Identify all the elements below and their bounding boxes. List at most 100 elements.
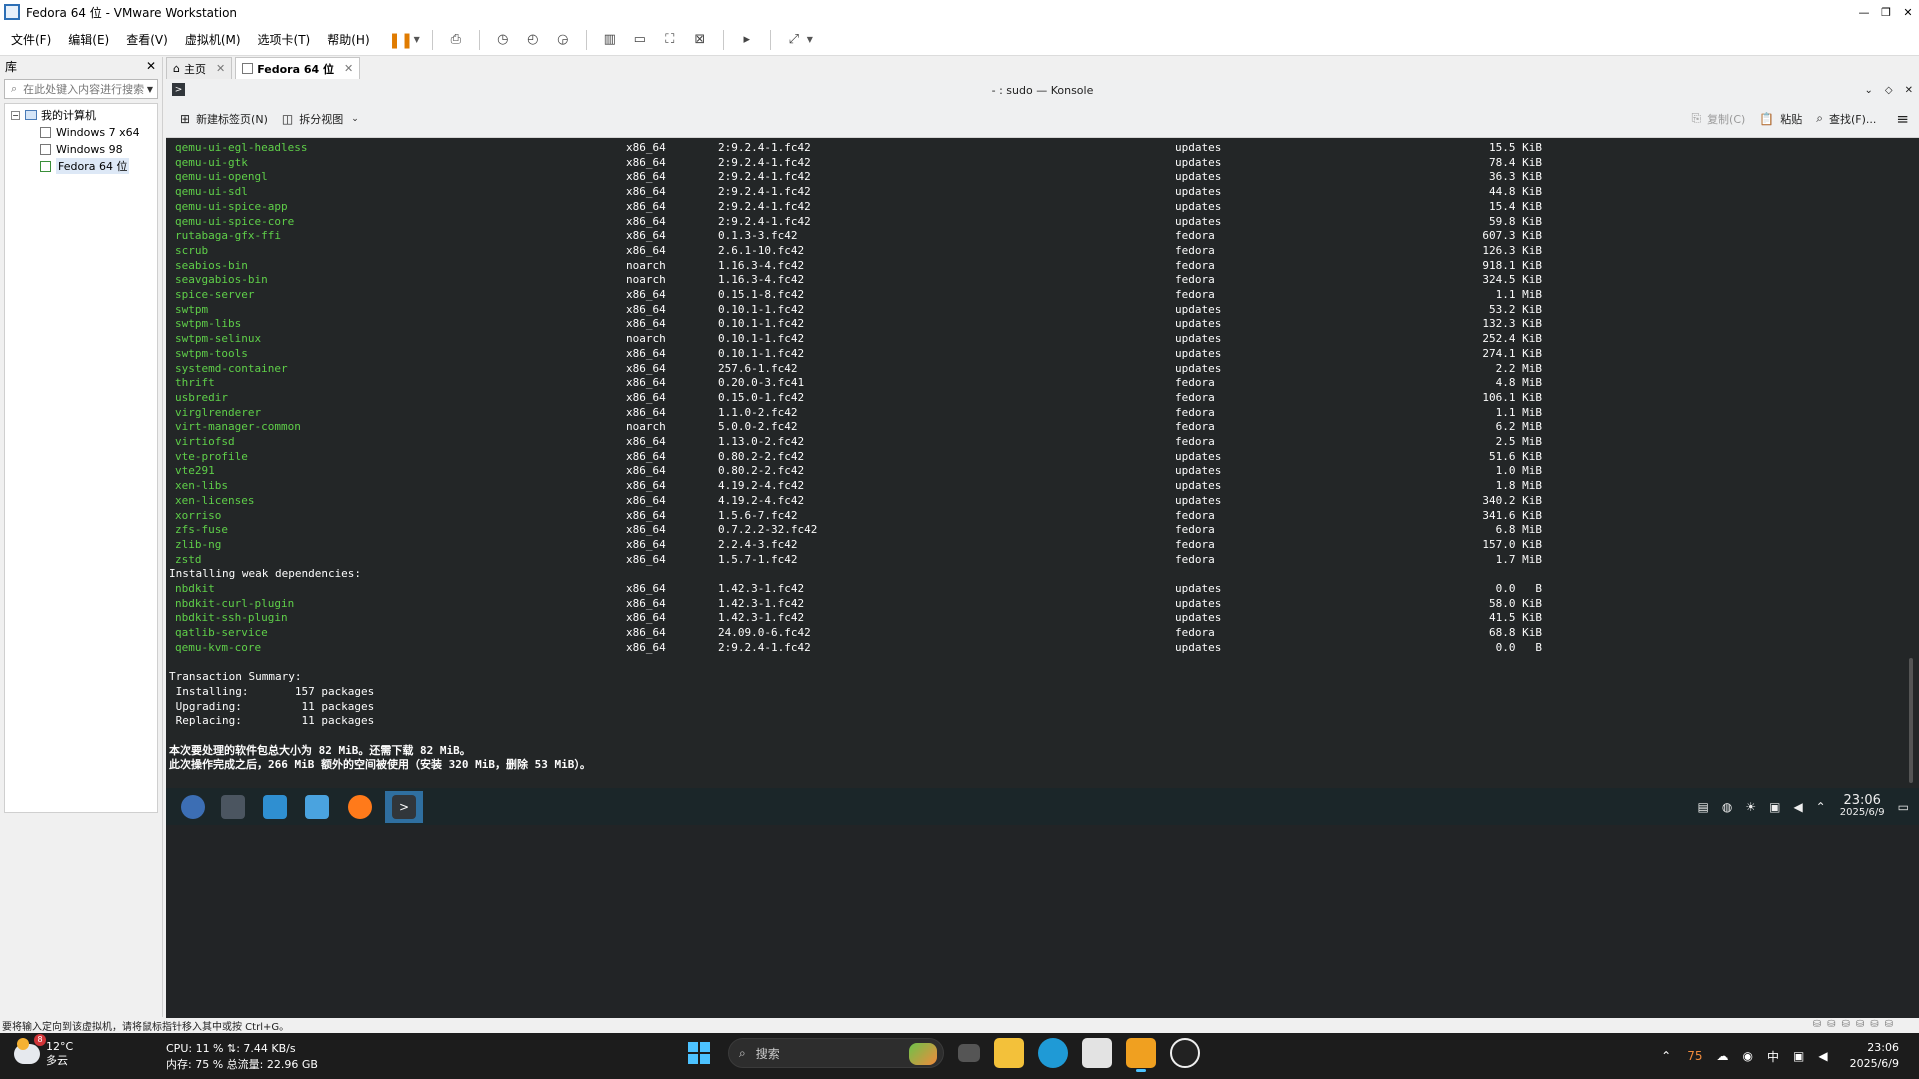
show-desktop-icon[interactable]: ▭: [1898, 800, 1909, 814]
chevron-up-icon[interactable]: ⌃: [1816, 800, 1826, 814]
brightness-icon[interactable]: ☀: [1745, 800, 1756, 814]
chevron-down-icon[interactable]: ▼: [414, 35, 420, 44]
menu-edit[interactable]: 编辑(E): [62, 31, 115, 48]
package-arch: x86_64: [626, 523, 666, 537]
ime-indicator[interactable]: 中: [1767, 1048, 1779, 1065]
chevron-up-icon[interactable]: ⌃: [1661, 1049, 1671, 1063]
tree-node-vm[interactable]: Windows 98: [5, 141, 157, 157]
package-arch: noarch: [626, 273, 666, 287]
tree-node-vm[interactable]: Fedora 64 位: [5, 158, 157, 174]
package-size: 1.7 MiB: [1495, 552, 1542, 566]
device-status-icons[interactable]: ⛁⛁⛁⛁⛁⛁: [1813, 1019, 1899, 1030]
hamburger-menu-icon[interactable]: ≡: [1896, 110, 1909, 128]
package-name: swtpm: [175, 302, 209, 316]
fullscreen-icon[interactable]: ⛶: [659, 29, 681, 51]
tray-counter[interactable]: 75: [1687, 1049, 1702, 1063]
menu-file[interactable]: 文件(F): [5, 31, 57, 48]
package-version: 2:9.2.4-1.fc42: [718, 199, 811, 213]
package-name: vte-profile: [175, 449, 248, 463]
find-button[interactable]: ⌕ 查找(F)...: [1816, 111, 1876, 127]
menu-help[interactable]: 帮助(H): [321, 31, 375, 48]
package-row: qemu-ui-spice-app x86_64 2:9.2.4-1.fc42 upd…: [166, 200, 1919, 215]
volume-icon[interactable]: ◀: [1818, 1049, 1827, 1063]
close-icon[interactable]: ✕: [344, 62, 353, 75]
firefox-icon[interactable]: [343, 791, 377, 823]
show-library-icon[interactable]: ▥: [599, 29, 621, 51]
weather-widget[interactable]: 8 12°C 多云: [14, 1034, 73, 1068]
discover-icon[interactable]: [258, 791, 292, 823]
chevron-down-icon[interactable]: ▼: [807, 35, 813, 44]
network-icon[interactable]: ◍: [1722, 800, 1732, 814]
library-search-input[interactable]: ⌕ 在此处键入内容进行搜索 ▼: [4, 79, 158, 99]
close-icon[interactable]: ✕: [216, 62, 225, 75]
file-explorer-icon[interactable]: [994, 1038, 1024, 1068]
tab-home[interactable]: ⌂ 主页 ✕: [166, 57, 233, 79]
package-name: spice-server: [175, 288, 255, 301]
collapse-icon[interactable]: −: [11, 110, 20, 120]
package-version: 1.42.3-1.fc42: [718, 596, 805, 610]
menu-tabs[interactable]: 选项卡(T): [252, 31, 317, 48]
summary-size-text: 本次要处理的软件包总大小为 82 MiB。还需下载 82 MiB。: [169, 743, 471, 757]
vm-display[interactable]: > - : sudo — Konsole ⌄ ◇ ✕ ⊞ 新建标签页(N) ◫ …: [166, 80, 1919, 1018]
taskbar-search[interactable]: ⌕ 搜索: [728, 1038, 944, 1068]
terminal-output[interactable]: qemu-ui-egl-headless x86_64 2:9.2.4-1.fc42…: [166, 138, 1919, 788]
store-icon[interactable]: [1082, 1038, 1112, 1068]
menu-vm[interactable]: 虚拟机(M): [179, 31, 247, 48]
tab-fedora[interactable]: Fedora 64 位 ✕: [235, 57, 361, 79]
split-view-button[interactable]: ◫ 拆分视图 ⌄: [282, 111, 359, 127]
close-icon[interactable]: ✕: [1905, 85, 1913, 96]
package-name: qemu-ui-gtk: [175, 155, 248, 169]
close-icon[interactable]: ✕: [1897, 0, 1919, 24]
package-arch: x86_64: [626, 435, 666, 448]
vmware-task-icon[interactable]: [1126, 1038, 1156, 1072]
unity-icon[interactable]: ⊠: [689, 29, 711, 51]
snapshot-icon[interactable]: ◷: [492, 29, 514, 51]
package-repo: fedora: [1175, 626, 1215, 640]
console-view-icon[interactable]: ▸: [736, 29, 758, 51]
clipboard-icon[interactable]: ▤: [1698, 800, 1709, 814]
edge-icon[interactable]: [1038, 1038, 1068, 1068]
copy-button[interactable]: ⎘ 复制(C): [1691, 111, 1745, 127]
revert-snapshot-icon[interactable]: ◴: [522, 29, 544, 51]
thumbnail-bar-icon[interactable]: ▭: [629, 29, 651, 51]
task-view-icon[interactable]: [958, 1044, 980, 1062]
package-version: 257.6-1.fc42: [718, 361, 798, 375]
chevron-down-icon[interactable]: ▼: [147, 85, 153, 94]
fedora-launcher-icon[interactable]: [176, 791, 210, 823]
system-settings-icon[interactable]: [216, 791, 250, 823]
paste-button[interactable]: 📋 粘贴: [1759, 111, 1802, 127]
new-tab-button[interactable]: ⊞ 新建标签页(N): [180, 111, 268, 127]
host-clock[interactable]: 23:06 2025/6/9: [1850, 1040, 1899, 1072]
konsole-icon: >: [172, 83, 185, 96]
qq-icon[interactable]: [1170, 1038, 1200, 1068]
onedrive-icon[interactable]: ☁: [1717, 1049, 1729, 1063]
pause-icon[interactable]: ❚❚: [388, 29, 413, 51]
menu-view[interactable]: 查看(V): [120, 31, 174, 48]
display-icon[interactable]: ▣: [1769, 800, 1780, 814]
new-tab-icon: ⊞: [180, 111, 191, 126]
stretch-guest-icon[interactable]: ⤢: [783, 29, 805, 51]
volume-icon[interactable]: ◀: [1793, 800, 1802, 814]
maximize-icon[interactable]: ◇: [1885, 85, 1893, 96]
package-row: nbdkit x86_64 1.42.3-1.fc42 updates 0.0 B: [166, 582, 1919, 597]
guest-clock[interactable]: 23:06 2025/6/9: [1840, 794, 1885, 819]
minimize-icon[interactable]: ⌄: [1865, 85, 1873, 96]
tab-strip: ⌂ 主页 ✕ Fedora 64 位 ✕: [166, 57, 1919, 79]
package-row: spice-server x86_64 0.15.1-8.fc42 fedora 1.1…: [166, 288, 1919, 303]
network-icon[interactable]: ▣: [1793, 1049, 1804, 1063]
summary-line-text: Installing: 157 packages: [169, 684, 375, 698]
send-ctrl-alt-del-icon[interactable]: ⎙: [445, 29, 467, 51]
minimize-icon[interactable]: —: [1853, 0, 1875, 24]
konsole-task-icon[interactable]: >: [385, 791, 423, 823]
windows-start-icon[interactable]: [688, 1042, 710, 1064]
app-tray-icon[interactable]: ◉: [1743, 1049, 1753, 1063]
tree-node-my-computer[interactable]: − 我的计算机: [5, 107, 157, 123]
close-icon[interactable]: ✕: [146, 59, 156, 73]
dolphin-icon[interactable]: [300, 791, 334, 823]
package-version: 1.42.3-1.fc42: [718, 582, 805, 595]
package-version: 24.09.0-6.fc42: [718, 626, 811, 640]
package-arch: x86_64: [626, 405, 666, 419]
maximize-icon[interactable]: ❐: [1875, 0, 1897, 24]
tree-node-vm[interactable]: Windows 7 x64: [5, 124, 157, 140]
snapshot-manager-icon[interactable]: ◶: [552, 29, 574, 51]
